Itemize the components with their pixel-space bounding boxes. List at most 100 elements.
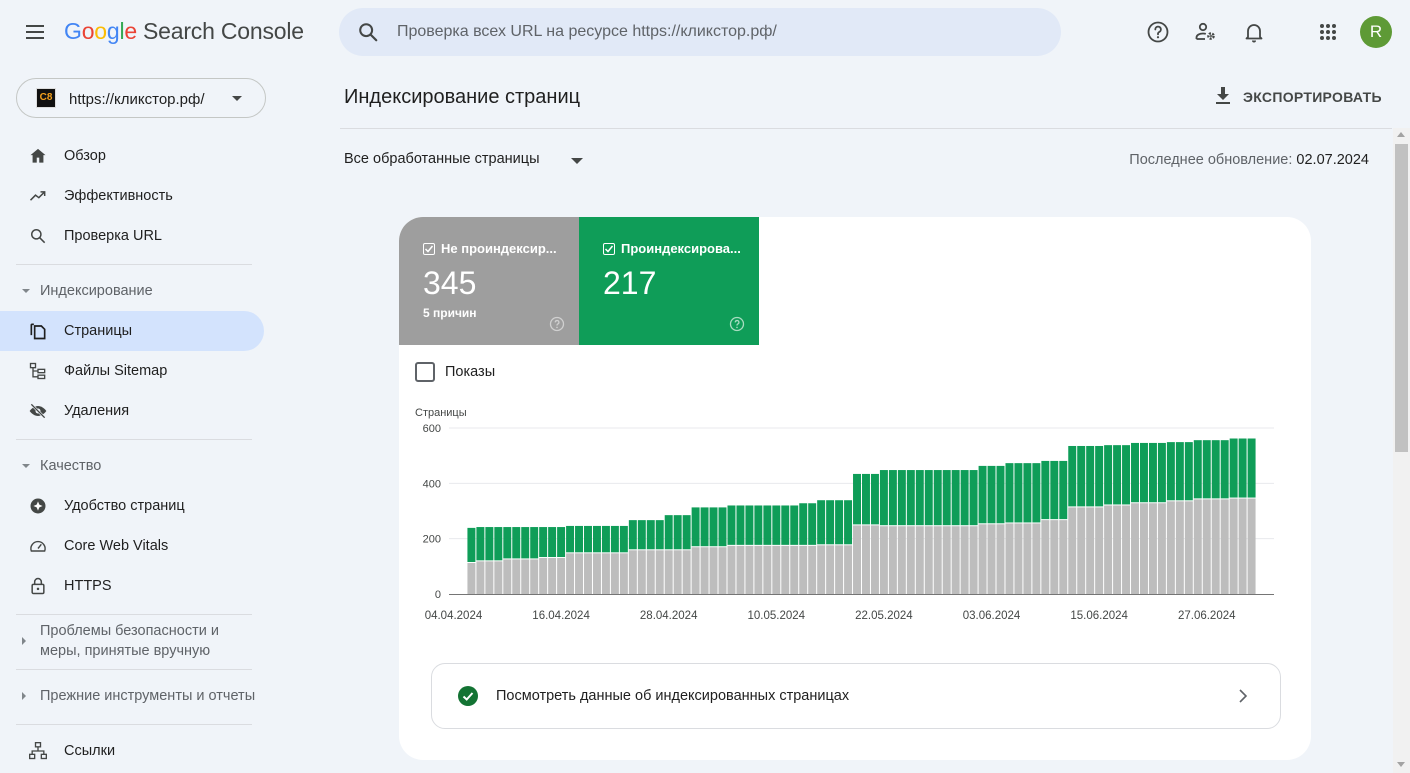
bar-indexed[interactable]	[1050, 460, 1059, 520]
bar-indexed[interactable]	[709, 507, 718, 547]
bar-not-indexed[interactable]	[655, 550, 664, 594]
bar-not-indexed[interactable]	[835, 545, 844, 594]
bar-not-indexed[interactable]	[637, 550, 646, 594]
bar-not-indexed[interactable]	[745, 545, 754, 594]
bar-not-indexed[interactable]	[664, 550, 673, 594]
bar-indexed[interactable]	[646, 520, 655, 550]
checkbox-checked-icon[interactable]	[423, 243, 435, 255]
bar-indexed[interactable]	[951, 470, 960, 526]
bar-not-indexed[interactable]	[1184, 501, 1193, 594]
bar-not-indexed[interactable]	[888, 526, 897, 594]
bar-not-indexed[interactable]	[960, 526, 969, 594]
bar-indexed[interactable]	[1104, 445, 1113, 505]
bar-not-indexed[interactable]	[1148, 503, 1157, 594]
bar-indexed[interactable]	[619, 525, 628, 553]
bar-indexed[interactable]	[557, 527, 566, 558]
bar-indexed[interactable]	[808, 503, 817, 545]
bar-not-indexed[interactable]	[951, 526, 960, 594]
bar-not-indexed[interactable]	[592, 553, 601, 594]
bar-not-indexed[interactable]	[1104, 505, 1113, 594]
help-icon[interactable]	[729, 316, 745, 332]
bar-indexed[interactable]	[1247, 438, 1256, 498]
sidebar-item-links[interactable]: Ссылки	[0, 731, 264, 771]
bar-not-indexed[interactable]	[1059, 520, 1068, 594]
bar-indexed[interactable]	[817, 500, 826, 545]
manage-users-icon[interactable]	[1194, 20, 1218, 44]
bar-indexed[interactable]	[628, 520, 637, 550]
bar-not-indexed[interactable]	[754, 545, 763, 594]
bar-not-indexed[interactable]	[933, 526, 942, 594]
bar-indexed[interactable]	[924, 470, 933, 526]
bar-not-indexed[interactable]	[601, 553, 610, 594]
bar-indexed[interactable]	[1148, 442, 1157, 503]
bar-not-indexed[interactable]	[700, 547, 709, 594]
bar-not-indexed[interactable]	[610, 553, 619, 594]
bar-indexed[interactable]	[575, 525, 584, 553]
search-console-logo[interactable]: Google Search Console	[64, 18, 304, 45]
sidebar-item-pages[interactable]: Страницы	[0, 311, 264, 351]
bar-indexed[interactable]	[727, 505, 736, 545]
bar-not-indexed[interactable]	[673, 550, 682, 594]
bar-indexed[interactable]	[844, 500, 853, 545]
bar-indexed[interactable]	[530, 527, 539, 559]
bar-indexed[interactable]	[1014, 463, 1023, 523]
bar-indexed[interactable]	[691, 507, 700, 547]
bar-indexed[interactable]	[942, 470, 951, 526]
bar-not-indexed[interactable]	[1122, 505, 1131, 594]
bar-not-indexed[interactable]	[1131, 503, 1139, 594]
bar-indexed[interactable]	[933, 470, 942, 526]
bar-not-indexed[interactable]	[808, 545, 817, 594]
bar-not-indexed[interactable]	[772, 545, 781, 594]
bar-indexed[interactable]	[1175, 442, 1184, 501]
sidebar-item-performance[interactable]: Эффективность	[0, 176, 264, 216]
bar-not-indexed[interactable]	[557, 558, 566, 594]
bar-not-indexed[interactable]	[987, 524, 996, 594]
sidebar-item-overview[interactable]: Обзор	[0, 136, 264, 176]
bar-indexed[interactable]	[1041, 460, 1050, 520]
bar-indexed[interactable]	[601, 525, 610, 553]
bar-indexed[interactable]	[978, 465, 987, 524]
bar-not-indexed[interactable]	[870, 525, 879, 594]
bar-indexed[interactable]	[1139, 442, 1148, 503]
bar-indexed[interactable]	[1023, 463, 1032, 523]
bar-not-indexed[interactable]	[817, 545, 826, 594]
bar-indexed[interactable]	[960, 470, 969, 526]
bar-indexed[interactable]	[1166, 442, 1175, 501]
scrollbar-thumb[interactable]	[1395, 144, 1408, 452]
bar-not-indexed[interactable]	[790, 545, 799, 594]
bar-not-indexed[interactable]	[566, 553, 575, 594]
bar-not-indexed[interactable]	[1157, 503, 1166, 594]
bar-indexed[interactable]	[781, 505, 790, 545]
bar-not-indexed[interactable]	[1032, 523, 1041, 594]
bar-not-indexed[interactable]	[1139, 503, 1148, 594]
bar-indexed[interactable]	[503, 527, 512, 559]
bar-indexed[interactable]	[790, 505, 799, 545]
scroll-up-arrow-icon[interactable]	[1397, 132, 1405, 137]
bar-indexed[interactable]	[548, 527, 557, 558]
bar-not-indexed[interactable]	[879, 526, 888, 594]
bar-indexed[interactable]	[1193, 440, 1202, 499]
view-indexed-pages-link[interactable]: Посмотреть данные об индексированных стр…	[431, 663, 1281, 729]
bar-not-indexed[interactable]	[915, 526, 924, 594]
bar-not-indexed[interactable]	[1077, 507, 1086, 594]
sidebar-item-removals[interactable]: Удаления	[0, 391, 264, 431]
bar-not-indexed[interactable]	[736, 545, 745, 594]
bar-indexed[interactable]	[987, 465, 996, 524]
bar-not-indexed[interactable]	[709, 547, 718, 594]
bar-indexed[interactable]	[539, 527, 548, 558]
bar-not-indexed[interactable]	[906, 526, 915, 594]
bar-not-indexed[interactable]	[619, 553, 628, 594]
bar-indexed[interactable]	[1220, 440, 1229, 499]
checkbox-unchecked-icon[interactable]	[415, 362, 435, 382]
bar-not-indexed[interactable]	[530, 559, 539, 594]
bar-indexed[interactable]	[1059, 460, 1068, 520]
bar-not-indexed[interactable]	[1247, 498, 1256, 594]
tile-indexed[interactable]: Проиндексирова... 217	[579, 217, 759, 345]
bar-not-indexed[interactable]	[512, 559, 521, 594]
bar-not-indexed[interactable]	[942, 526, 951, 594]
bar-not-indexed[interactable]	[844, 545, 853, 594]
bar-not-indexed[interactable]	[897, 526, 906, 594]
bar-not-indexed[interactable]	[1005, 523, 1014, 594]
bar-not-indexed[interactable]	[1113, 505, 1122, 594]
bar-indexed[interactable]	[1238, 438, 1247, 498]
